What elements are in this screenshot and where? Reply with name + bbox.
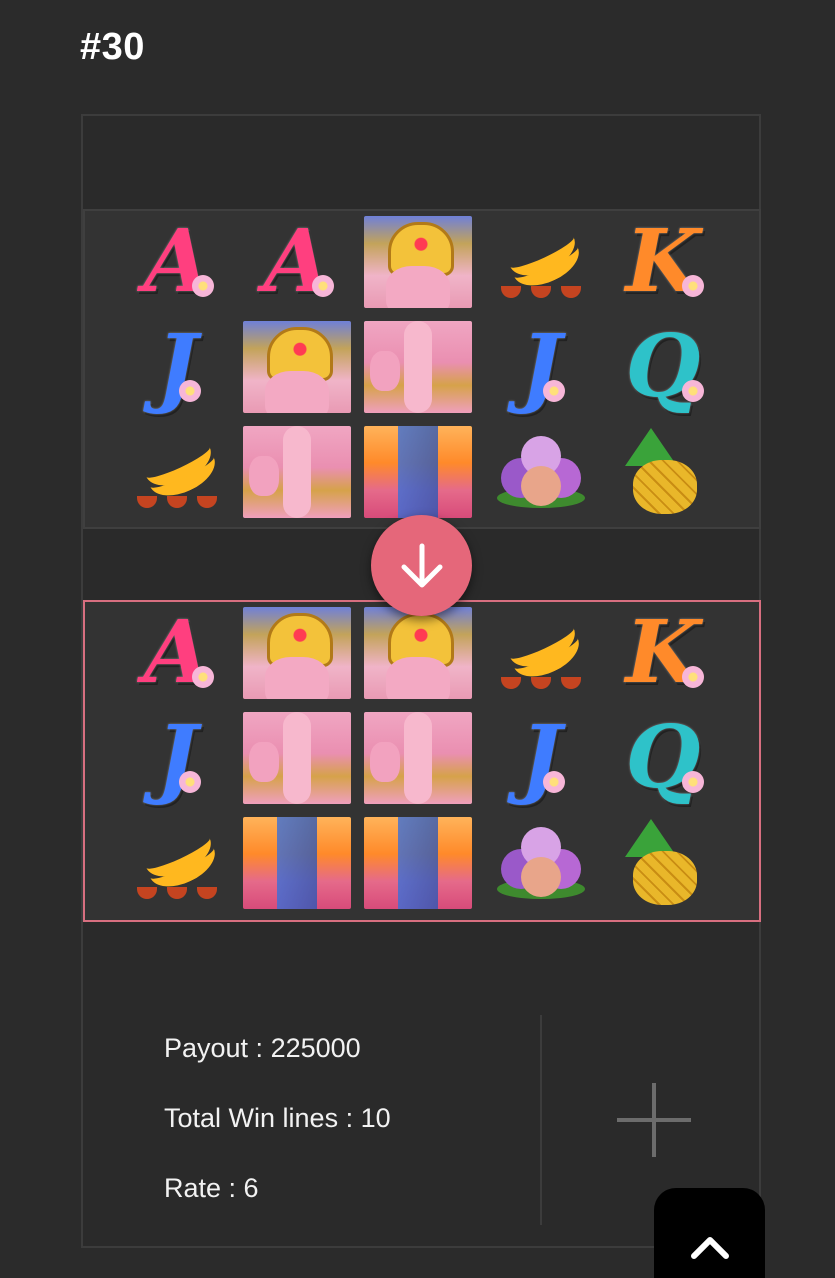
symbol-a: A xyxy=(123,216,231,308)
symbol-j: J xyxy=(123,321,231,413)
symbol-ice-cream xyxy=(487,817,595,909)
symbol-ganesha xyxy=(364,607,472,699)
plus-icon[interactable] xyxy=(617,1083,691,1157)
symbol-ganesha xyxy=(364,426,472,518)
symbol-banana xyxy=(123,426,231,518)
symbol-ganesha xyxy=(364,817,472,909)
symbol-ganesha xyxy=(243,817,351,909)
symbol-banana xyxy=(487,216,595,308)
symbol-ganesha xyxy=(243,426,351,518)
symbol-ganesha xyxy=(243,607,351,699)
symbol-k: K xyxy=(609,216,717,308)
arrow-down-button[interactable] xyxy=(371,515,472,616)
reel-grid-before: AAKJJQ xyxy=(83,209,761,529)
symbol-ganesha xyxy=(364,216,472,308)
payout-text: Payout : 225000 xyxy=(164,1033,361,1063)
symbol-ganesha xyxy=(364,712,472,804)
symbol-pineapple xyxy=(609,426,717,518)
symbol-q: Q xyxy=(609,321,717,413)
reel-grid-after: AKJJQ xyxy=(83,600,761,922)
symbol-banana xyxy=(123,817,231,909)
symbol-ganesha xyxy=(243,712,351,804)
symbol-k: K xyxy=(609,607,717,699)
symbol-a: A xyxy=(123,607,231,699)
scroll-top-button[interactable] xyxy=(654,1188,765,1278)
symbol-pineapple xyxy=(609,817,717,909)
rate-text: Rate : 6 xyxy=(164,1173,259,1203)
chevron-up-icon xyxy=(690,1237,729,1259)
symbol-ice-cream xyxy=(487,426,595,518)
symbol-ganesha xyxy=(243,321,351,413)
arrow-down-icon xyxy=(401,543,442,587)
symbol-j: J xyxy=(487,321,595,413)
page-title: #30 xyxy=(80,26,145,68)
symbol-ganesha xyxy=(364,321,472,413)
symbol-q: Q xyxy=(609,712,717,804)
info-divider xyxy=(540,1015,542,1225)
symbol-j: J xyxy=(487,712,595,804)
symbol-banana xyxy=(487,607,595,699)
symbol-a: A xyxy=(243,216,351,308)
symbol-j: J xyxy=(123,712,231,804)
win-lines-text: Total Win lines : 10 xyxy=(164,1103,391,1133)
